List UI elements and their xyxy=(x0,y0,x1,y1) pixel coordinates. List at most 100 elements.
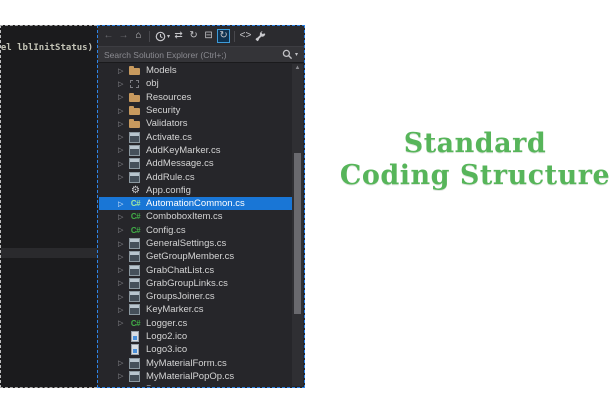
form-icon xyxy=(129,132,142,143)
expand-arrow-icon[interactable]: ▷ xyxy=(118,133,129,141)
home-icon[interactable]: ⌂ xyxy=(132,29,145,43)
expand-arrow-icon[interactable]: ▷ xyxy=(118,160,129,168)
expand-arrow-icon[interactable]: ▷ xyxy=(118,359,129,367)
sync-with-active-document-icon[interactable]: ↻ xyxy=(217,29,230,43)
tree-item[interactable]: ▷C#AutomationCommon.cs xyxy=(99,197,292,210)
form-icon xyxy=(129,291,142,302)
tree-item[interactable]: ▷AddKeyMarker.cs xyxy=(99,144,292,157)
vertical-scrollbar[interactable]: ▲ xyxy=(292,64,303,386)
form-icon xyxy=(129,278,142,289)
tree-item-label: Models xyxy=(146,65,177,76)
form-icon xyxy=(129,265,142,276)
toolbar-separator xyxy=(149,31,150,42)
expand-arrow-icon[interactable]: ▷ xyxy=(118,80,129,88)
expand-arrow-icon[interactable]: ▷ xyxy=(118,226,129,234)
expand-arrow-icon[interactable]: ▷ xyxy=(118,146,129,154)
expand-arrow-icon[interactable]: ▷ xyxy=(118,306,129,314)
tree-item[interactable]: ▷GeneralSettings.cs xyxy=(99,237,292,250)
search-box[interactable]: Search Solution Explorer (Ctrl+;) ▾ xyxy=(98,46,304,63)
form-icon xyxy=(129,145,142,156)
collapse-all-icon[interactable]: ⊟ xyxy=(202,29,215,43)
refresh-icon[interactable]: ↻ xyxy=(187,29,200,43)
tree-item[interactable]: ▷C# ComboboxItem.cs xyxy=(99,210,292,223)
scroll-up-icon[interactable]: ▲ xyxy=(292,65,303,71)
csharp-icon: C# xyxy=(129,211,142,222)
image-icon xyxy=(129,344,142,355)
tree-item-label: ComboboxItem.cs xyxy=(146,211,223,222)
folder-icon xyxy=(129,118,142,129)
tree-item-label: GrabChatList.cs xyxy=(146,265,214,276)
tree-item[interactable]: ▷MyMaterialPopOp.cs xyxy=(99,370,292,383)
folder-dashed-icon xyxy=(129,78,142,89)
chevron-down-icon[interactable]: ▾ xyxy=(295,51,298,58)
tree-item-label: GroupsJoiner.cs xyxy=(146,291,215,302)
tree-item[interactable]: ▷Activate.cs xyxy=(99,130,292,143)
tree-item[interactable]: ▷C# Config.cs xyxy=(99,224,292,237)
solution-tree: ▷Models▷obj▷Resources▷Security▷Validator… xyxy=(99,64,292,386)
tree-item[interactable]: ▷ GrabChatList.cs xyxy=(99,263,292,276)
csharp-icon: C# xyxy=(129,225,142,236)
caption-line1: Standard xyxy=(334,128,616,160)
view-code-icon[interactable]: <> xyxy=(239,29,252,43)
tree-item[interactable]: Logo3.ico xyxy=(99,343,292,356)
code-editor-fragment: el lblInitStatus) xyxy=(0,25,97,388)
search-placeholder: Search Solution Explorer (Ctrl+;) xyxy=(104,50,282,60)
tree-item-label: Config.cs xyxy=(146,225,186,236)
expand-arrow-icon[interactable]: ▷ xyxy=(118,266,129,274)
tree-item-label: GrabGroupLinks.cs xyxy=(146,278,228,289)
tree-item-label: Validators xyxy=(146,118,188,129)
tree-item[interactable]: ▷GetGroupMember.cs xyxy=(99,250,292,263)
tree-item[interactable]: ▷ Validators xyxy=(99,117,292,130)
forward-icon[interactable]: → xyxy=(117,29,130,43)
tree-item-label: App.config xyxy=(146,185,191,196)
tree-item[interactable]: ▷C#Logger.cs xyxy=(99,317,292,330)
expand-arrow-icon[interactable]: ▷ xyxy=(118,293,129,301)
wrench-icon xyxy=(255,31,266,42)
expand-arrow-icon[interactable]: ▷ xyxy=(118,319,129,327)
tree-item[interactable]: Logo2.ico xyxy=(99,330,292,343)
tree-item[interactable]: ▷KeyMarker.cs xyxy=(99,303,292,316)
expand-arrow-icon[interactable]: ▷ xyxy=(118,240,129,248)
editor-highlight-band xyxy=(1,248,97,258)
expand-arrow-icon[interactable]: ▷ xyxy=(118,107,129,115)
csharp-icon: C# xyxy=(129,318,142,329)
tree-item[interactable]: ▷ Models xyxy=(99,64,292,77)
tree-item[interactable]: ⚙App.config xyxy=(99,184,292,197)
toolbar-separator xyxy=(234,31,235,42)
tree-item[interactable]: ▷ AddMessage.cs xyxy=(99,157,292,170)
tree-item-label: MyMaterialForm.cs xyxy=(146,358,227,369)
chevron-down-icon[interactable]: ▾ xyxy=(167,33,170,40)
expand-arrow-icon[interactable]: ▷ xyxy=(118,67,129,75)
expand-arrow-icon[interactable]: ▷ xyxy=(118,200,129,208)
expand-arrow-icon[interactable]: ▷ xyxy=(118,173,129,181)
tree-item[interactable]: ▷Security xyxy=(99,104,292,117)
pending-changes-filter-icon[interactable] xyxy=(154,29,167,43)
form-icon xyxy=(129,371,142,382)
tree-item[interactable]: ▷AddRule.cs xyxy=(99,170,292,183)
form-icon xyxy=(129,304,142,315)
expand-arrow-icon[interactable]: ▷ xyxy=(118,279,129,287)
code-text: el lblInitStatus) xyxy=(1,43,93,53)
form-icon xyxy=(129,358,142,369)
csharp-icon: C# xyxy=(129,198,142,209)
tree-item[interactable]: ▷ GrabGroupLinks.cs xyxy=(99,277,292,290)
search-icon[interactable] xyxy=(282,49,293,60)
expand-arrow-icon[interactable]: ▷ xyxy=(118,120,129,128)
tree-item[interactable]: ▷C#Program.cs xyxy=(99,383,292,386)
expand-arrow-icon[interactable]: ▷ xyxy=(118,93,129,101)
tree-item-label: Program.cs xyxy=(146,384,195,386)
csharp-icon: C# xyxy=(129,384,142,386)
expand-arrow-icon[interactable]: ▷ xyxy=(118,253,129,261)
sync-icon[interactable]: ⇄ xyxy=(172,29,185,43)
tree-item[interactable]: ▷ MyMaterialForm.cs xyxy=(99,357,292,370)
expand-arrow-icon[interactable]: ▷ xyxy=(118,213,129,221)
tree-item[interactable]: ▷obj xyxy=(99,77,292,90)
properties-icon[interactable] xyxy=(254,29,267,43)
scrollbar-thumb[interactable] xyxy=(294,153,301,314)
tree-item-label: AddMessage.cs xyxy=(146,158,214,169)
tree-item-label: Logo3.ico xyxy=(146,344,187,355)
tree-item[interactable]: ▷Resources xyxy=(99,91,292,104)
tree-item[interactable]: ▷ GroupsJoiner.cs xyxy=(99,290,292,303)
expand-arrow-icon[interactable]: ▷ xyxy=(118,372,129,380)
back-icon[interactable]: ← xyxy=(102,29,115,43)
